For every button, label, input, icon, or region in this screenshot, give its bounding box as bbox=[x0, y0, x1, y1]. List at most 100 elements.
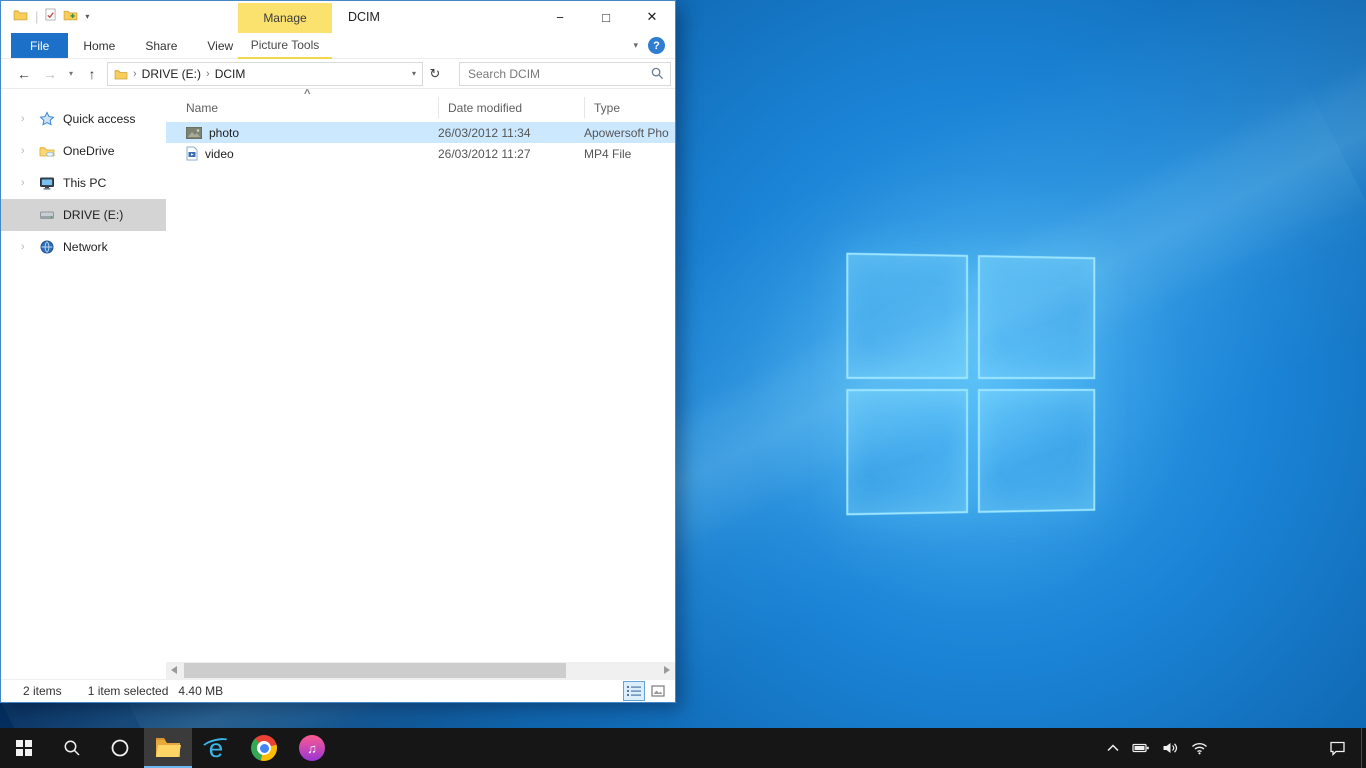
this-pc-icon bbox=[39, 175, 55, 191]
minimize-button[interactable]: − bbox=[537, 1, 583, 33]
sidebar-item-drive-e[interactable]: DRIVE (E:) bbox=[1, 199, 166, 231]
column-separator[interactable] bbox=[584, 97, 585, 118]
sidebar-item-quick-access[interactable]: › Quick access bbox=[1, 103, 166, 135]
selection-size: 4.40 MB bbox=[178, 684, 223, 698]
sidebar-item-label: OneDrive bbox=[63, 144, 114, 158]
forward-button[interactable]: → bbox=[37, 66, 63, 82]
name-cell: video bbox=[166, 146, 438, 161]
selection-count: 1 item selected bbox=[88, 684, 169, 698]
window-controls: − □ ✕ bbox=[537, 1, 675, 33]
window-title: DCIM bbox=[348, 10, 380, 24]
sidebar-item-network[interactable]: › Network bbox=[1, 231, 166, 263]
quick-access-toolbar: | ▾ bbox=[13, 8, 89, 24]
details-view-button[interactable] bbox=[623, 681, 645, 701]
horizontal-scrollbar[interactable] bbox=[166, 662, 675, 679]
maximize-button[interactable]: □ bbox=[583, 1, 629, 33]
tab-share[interactable]: Share bbox=[130, 33, 192, 58]
status-bar: 2 items 1 item selected 4.40 MB bbox=[1, 679, 675, 702]
search-input[interactable] bbox=[459, 62, 671, 86]
view-toggles bbox=[623, 681, 669, 701]
recent-locations-dropdown[interactable]: ▾ bbox=[63, 69, 79, 78]
search-box bbox=[459, 62, 671, 86]
back-button[interactable]: ← bbox=[11, 66, 37, 82]
action-center-icon bbox=[1329, 740, 1346, 756]
large-icons-view-button[interactable] bbox=[647, 681, 669, 701]
explorer-window-icon[interactable] bbox=[13, 8, 28, 24]
desktop: | ▾ Manage DCIM − □ ✕ File Home Share bbox=[0, 0, 1366, 768]
contextual-tab-manage[interactable]: Manage bbox=[238, 3, 332, 33]
ribbon-right-controls: ▾ ? bbox=[633, 33, 675, 58]
sort-ascending-icon: ^ bbox=[304, 89, 310, 100]
battery-icon[interactable] bbox=[1132, 741, 1150, 755]
titlebar[interactable]: | ▾ Manage DCIM − □ ✕ bbox=[1, 1, 675, 33]
internet-explorer-button[interactable]: e bbox=[192, 728, 240, 768]
expand-chevron-icon[interactable]: › bbox=[21, 177, 31, 189]
cortana-button[interactable] bbox=[96, 728, 144, 768]
file-row-video[interactable]: video 26/03/2012 11:27 MP4 File bbox=[166, 143, 675, 164]
address-bar[interactable]: › DRIVE (E:) › DCIM ▾ bbox=[107, 62, 423, 86]
new-folder-icon bbox=[63, 8, 78, 21]
properties-icon bbox=[45, 8, 56, 21]
qat-customize-dropdown[interactable]: ▾ bbox=[85, 12, 89, 21]
file-row-photo[interactable]: photo 26/03/2012 11:34 Apowersoft Pho bbox=[166, 122, 675, 143]
network-wifi-icon[interactable] bbox=[1191, 741, 1208, 755]
itunes-button[interactable]: ♫ bbox=[288, 728, 336, 768]
large-icons-view-icon bbox=[651, 685, 665, 697]
refresh-button[interactable]: ↻ bbox=[423, 66, 447, 82]
volume-icon[interactable] bbox=[1162, 741, 1179, 755]
breadcrumb-folder[interactable]: DCIM bbox=[215, 67, 246, 81]
details-view-icon bbox=[627, 685, 641, 697]
quick-access-star-icon bbox=[39, 111, 55, 127]
type-cell: MP4 File bbox=[584, 147, 675, 161]
scrollbar-thumb[interactable] bbox=[184, 663, 566, 678]
drive-icon bbox=[39, 207, 55, 223]
start-button[interactable] bbox=[0, 728, 48, 768]
column-header-date-modified[interactable]: Date modified bbox=[448, 101, 522, 115]
column-headers: ^ Name Date modified Type bbox=[166, 89, 675, 122]
taskbar-search-button[interactable] bbox=[48, 728, 96, 768]
tab-home[interactable]: Home bbox=[68, 33, 130, 58]
tab-picture-tools[interactable]: Picture Tools bbox=[238, 33, 332, 59]
expand-ribbon-button[interactable]: ▾ bbox=[633, 40, 638, 51]
column-header-type[interactable]: Type bbox=[594, 101, 620, 115]
hidden-icons-chevron-icon[interactable] bbox=[1106, 742, 1120, 754]
properties-button[interactable] bbox=[45, 8, 56, 24]
address-dropdown[interactable]: ▾ bbox=[412, 69, 416, 78]
sidebar-item-onedrive[interactable]: › OneDrive bbox=[1, 135, 166, 167]
search-icon[interactable] bbox=[651, 67, 664, 80]
scroll-left-arrow[interactable] bbox=[171, 666, 177, 674]
breadcrumb-drive[interactable]: DRIVE (E:) bbox=[142, 67, 201, 81]
action-center-button[interactable] bbox=[1329, 728, 1346, 768]
taskbar: e ♫ bbox=[0, 728, 1366, 768]
close-button[interactable]: ✕ bbox=[629, 1, 675, 33]
expand-chevron-icon[interactable]: › bbox=[21, 113, 31, 125]
taskbar-file-explorer-button[interactable] bbox=[144, 728, 192, 768]
date-modified-cell: 26/03/2012 11:27 bbox=[438, 147, 584, 161]
new-folder-button[interactable] bbox=[63, 8, 78, 24]
name-cell: photo bbox=[166, 126, 438, 140]
address-bar-row: ← → ▾ ↑ › DRIVE (E:) › DCIM ▾ ↻ bbox=[1, 59, 675, 89]
system-tray bbox=[1106, 728, 1208, 768]
photo-thumbnail-icon bbox=[186, 127, 202, 139]
show-desktop-button[interactable] bbox=[1361, 728, 1366, 768]
chrome-button[interactable] bbox=[240, 728, 288, 768]
sidebar-item-label: DRIVE (E:) bbox=[63, 208, 123, 222]
items-count: 2 items bbox=[23, 684, 62, 698]
up-button[interactable]: ↑ bbox=[79, 66, 105, 82]
column-separator[interactable] bbox=[438, 97, 439, 118]
expand-chevron-icon[interactable]: › bbox=[21, 145, 31, 157]
sidebar-item-label: This PC bbox=[63, 176, 106, 190]
scroll-right-arrow[interactable] bbox=[664, 666, 670, 674]
navigation-pane: › Quick access › OneDrive › This PC bbox=[1, 89, 166, 679]
qat-separator: | bbox=[35, 9, 38, 24]
expand-chevron-icon[interactable]: › bbox=[21, 241, 31, 253]
folder-icon bbox=[13, 8, 28, 21]
file-explorer-icon bbox=[155, 736, 181, 758]
help-button[interactable]: ? bbox=[648, 37, 665, 54]
sidebar-item-this-pc[interactable]: › This PC bbox=[1, 167, 166, 199]
sidebar-item-label: Network bbox=[63, 240, 108, 254]
column-header-name[interactable]: Name bbox=[186, 101, 218, 115]
sidebar-item-label: Quick access bbox=[63, 112, 135, 126]
video-file-icon bbox=[186, 146, 198, 161]
tab-file[interactable]: File bbox=[11, 33, 68, 58]
